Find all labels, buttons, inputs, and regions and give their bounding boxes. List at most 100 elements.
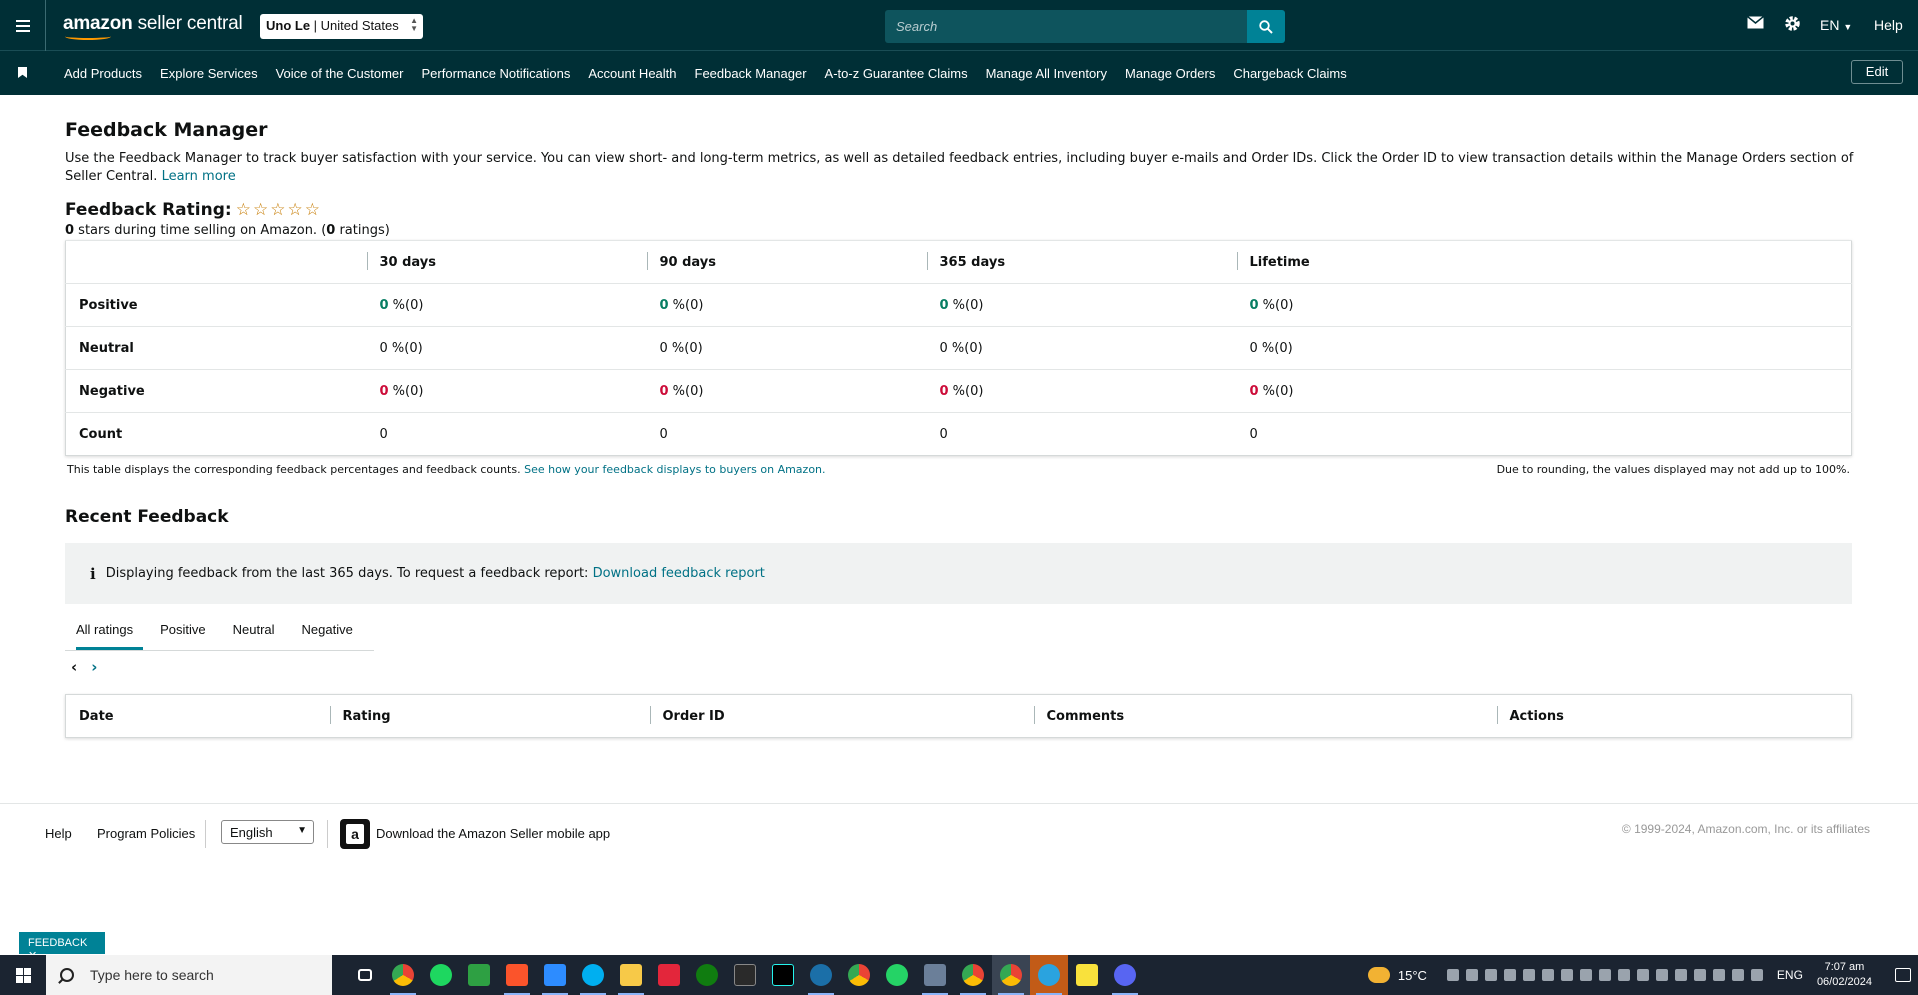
col-comments[interactable]: Comments xyxy=(1033,695,1497,738)
metrics-cell: 0 %(0) xyxy=(1236,326,1852,370)
weather-widget[interactable]: 15°C xyxy=(1367,967,1427,983)
chrome-active-icon[interactable] xyxy=(992,955,1030,995)
tray-app-icon[interactable] xyxy=(1484,969,1497,981)
learn-more-link[interactable]: Learn more xyxy=(162,169,236,184)
amazon-app-icon[interactable]: a xyxy=(340,819,370,849)
nav-item-manage-orders[interactable]: Manage Orders xyxy=(1125,66,1215,81)
metrics-cell: 0 xyxy=(1236,412,1852,456)
tab-all-ratings[interactable]: All ratings xyxy=(65,611,144,650)
tray-app-icon[interactable] xyxy=(1693,969,1706,981)
steam-icon[interactable] xyxy=(802,955,840,995)
feedback-tab-button[interactable]: FEEDBACK ✕ xyxy=(19,932,105,962)
menu-icon[interactable] xyxy=(0,0,46,51)
discord-icon[interactable] xyxy=(1106,955,1144,995)
metrics-cell: 0 %(0) xyxy=(366,283,647,327)
logo-brand: amazon xyxy=(63,13,133,34)
nav-item-feedback-manager[interactable]: Feedback Manager xyxy=(695,66,807,81)
row-label: Negative xyxy=(65,369,367,413)
info-text: Displaying feedback from the last 365 da… xyxy=(105,566,589,581)
whatsapp-icon[interactable] xyxy=(878,955,916,995)
game-app-icon[interactable] xyxy=(650,955,688,995)
spotify-icon[interactable] xyxy=(422,955,460,995)
windows-start-icon[interactable] xyxy=(0,955,46,995)
info-icon: i xyxy=(90,564,96,583)
search-button[interactable] xyxy=(1247,10,1285,43)
nav-item-account-health[interactable]: Account Health xyxy=(588,66,676,81)
nav-item-a-to-z-claims[interactable]: A-to-z Guarantee Claims xyxy=(825,66,968,81)
tray-app-icon[interactable] xyxy=(1636,969,1649,981)
nav-item-manage-inventory[interactable]: Manage All Inventory xyxy=(986,66,1107,81)
tray-app-icon[interactable] xyxy=(1541,969,1554,981)
chevron-right-icon[interactable]: › xyxy=(91,658,97,676)
tray-app-icon[interactable] xyxy=(1579,969,1592,981)
epic-games-icon[interactable] xyxy=(726,955,764,995)
tray-app-icon[interactable] xyxy=(1465,969,1478,981)
tray-app-icon[interactable] xyxy=(1655,969,1668,981)
star-empty-icon: ☆ xyxy=(270,200,286,220)
seller-central-logo[interactable]: amazon seller central xyxy=(63,13,243,40)
tiktok-icon[interactable] xyxy=(764,955,802,995)
nav-item-add-products[interactable]: Add Products xyxy=(64,66,142,81)
skype-icon[interactable] xyxy=(574,955,612,995)
nav-item-voice-of-customer[interactable]: Voice of the Customer xyxy=(276,66,404,81)
language-selector[interactable]: EN ▼ xyxy=(1820,17,1852,33)
footer-help-link[interactable]: Help xyxy=(45,826,72,841)
footer-language-select[interactable]: English ▼ xyxy=(221,820,314,844)
chrome-profile-p-icon[interactable] xyxy=(954,955,992,995)
volume-icon[interactable] xyxy=(1712,969,1725,981)
tray-app-icon[interactable] xyxy=(1560,969,1573,981)
battery-icon[interactable] xyxy=(1731,969,1744,981)
tray-app-icon[interactable] xyxy=(1503,969,1516,981)
notification-icon[interactable] xyxy=(1888,955,1918,995)
col-rating[interactable]: Rating xyxy=(329,695,650,738)
input-language[interactable]: ENG xyxy=(1777,968,1803,982)
file-explorer-icon[interactable] xyxy=(612,955,650,995)
nav-item-chargeback-claims[interactable]: Chargeback Claims xyxy=(1233,66,1346,81)
table-note-text: This table displays the corresponding fe… xyxy=(67,463,521,476)
col-order-id[interactable]: Order ID xyxy=(649,695,1034,738)
tray-app-icon[interactable] xyxy=(1617,969,1630,981)
recent-header-row: Date Rating Order ID Comments Actions xyxy=(66,695,1852,738)
chat-icon[interactable] xyxy=(460,955,498,995)
help-link[interactable]: Help xyxy=(1874,17,1903,33)
nav-items: Add Products Explore Services Voice of t… xyxy=(64,51,1365,95)
telegram-icon[interactable] xyxy=(1030,955,1068,995)
taskbar-search-input[interactable]: Type here to search xyxy=(46,955,332,995)
metrics-header-30-days: 30 days xyxy=(366,240,647,284)
tray-app-icon[interactable] xyxy=(1674,969,1687,981)
mail-icon[interactable] xyxy=(1747,15,1764,32)
metrics-cell: 0 %(0) xyxy=(1236,369,1852,413)
download-report-link[interactable]: Download feedback report xyxy=(593,566,765,581)
zoom-icon[interactable] xyxy=(536,955,574,995)
see-feedback-display-link[interactable]: See how your feedback displays to buyers… xyxy=(524,463,825,476)
program-policies-link[interactable]: Program Policies xyxy=(97,826,195,841)
sticky-notes-icon[interactable] xyxy=(1068,955,1106,995)
download-app-link[interactable]: Download the Amazon Seller mobile app xyxy=(376,826,610,841)
chrome-profile-icon[interactable] xyxy=(840,955,878,995)
tab-negative[interactable]: Negative xyxy=(291,611,364,650)
network-icon[interactable] xyxy=(1750,969,1763,981)
clock[interactable]: 7:07 am 06/02/2024 xyxy=(1817,960,1872,990)
top-bar: amazon seller central Uno Le | United St… xyxy=(0,0,1918,51)
nav-item-performance-notifications[interactable]: Performance Notifications xyxy=(422,66,571,81)
edit-nav-button[interactable]: Edit xyxy=(1851,60,1903,84)
brave-icon[interactable] xyxy=(498,955,536,995)
account-selector[interactable]: Uno Le | United States ▲ ▼ xyxy=(260,14,423,39)
search-input[interactable]: Search xyxy=(885,10,1247,43)
tray-app-icon[interactable] xyxy=(1446,969,1459,981)
task-view-icon[interactable] xyxy=(346,955,384,995)
tray-app-icon[interactable] xyxy=(1598,969,1611,981)
gear-icon[interactable] xyxy=(1784,15,1801,35)
col-date[interactable]: Date xyxy=(66,695,330,738)
chrome-icon[interactable] xyxy=(384,955,422,995)
bookmark-icon[interactable] xyxy=(18,67,27,78)
xbox-icon[interactable] xyxy=(688,955,726,995)
search-icon xyxy=(60,968,74,982)
calculator-icon[interactable] xyxy=(916,955,954,995)
nav-item-explore-services[interactable]: Explore Services xyxy=(160,66,258,81)
tab-neutral[interactable]: Neutral xyxy=(222,611,286,650)
col-actions[interactable]: Actions xyxy=(1496,695,1852,738)
tab-positive[interactable]: Positive xyxy=(149,611,217,650)
tray-app-icon[interactable] xyxy=(1522,969,1535,981)
chevron-left-icon[interactable]: ‹ xyxy=(71,658,77,676)
